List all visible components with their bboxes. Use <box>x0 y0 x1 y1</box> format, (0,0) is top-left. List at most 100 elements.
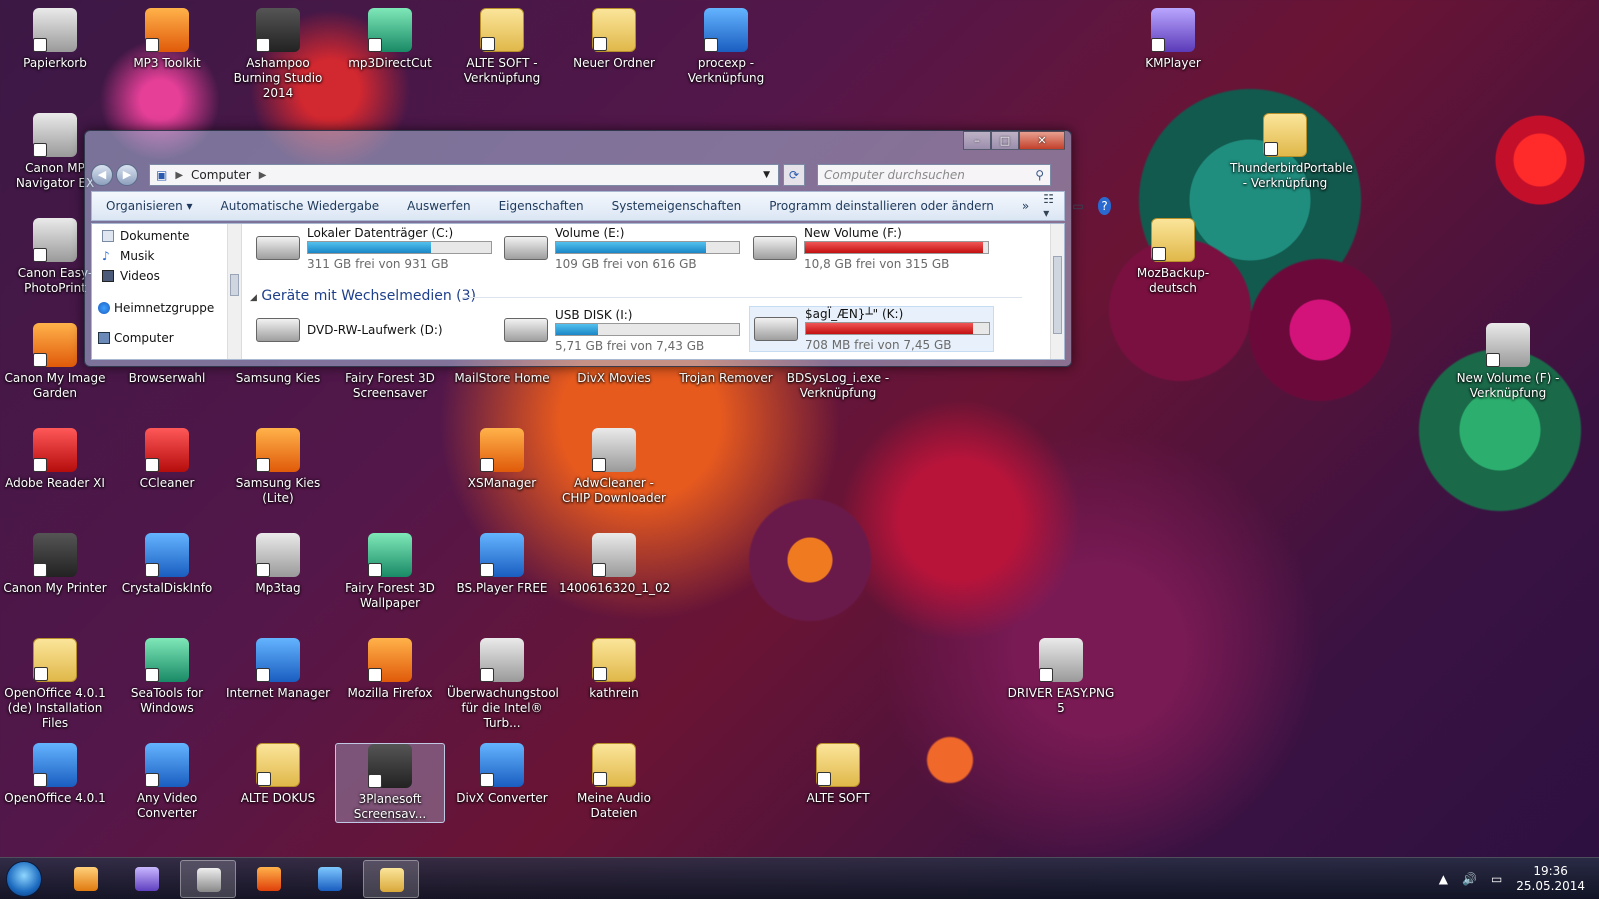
nav-item-videos[interactable]: Videos <box>92 266 241 286</box>
desktop-icon-mp3-toolkit[interactable]: MP3 Toolkit <box>112 8 222 71</box>
desktop-icon-fairy-forest-3d-wallpaper[interactable]: Fairy Forest 3D Wallpaper <box>335 533 445 611</box>
nav-item-homegroup[interactable]: Heimnetzgruppe <box>92 298 241 318</box>
drive-f[interactable]: New Volume (F:) 10,8 GB frei von 315 GB <box>749 226 994 272</box>
properties-button[interactable]: Eigenschaften <box>485 199 598 213</box>
desktop-icon-mozilla-firefox[interactable]: Mozilla Firefox <box>335 638 445 701</box>
desktop-icon-ashampoo-burning-studio-2014[interactable]: Ashampoo Burning Studio 2014 <box>223 8 333 101</box>
desktop-icon-label: BDSysLog_i.exe - Verknüpfung <box>786 371 890 400</box>
drive-c[interactable]: Lokaler Datenträger (C:) 311 GB frei von… <box>252 226 497 272</box>
desktop-icon-alte-soft[interactable]: ALTE SOFT <box>783 743 893 806</box>
nav-item-music[interactable]: ♪ Musik <box>92 246 241 266</box>
breadcrumb-computer[interactable]: Computer <box>191 168 251 182</box>
title-bar[interactable]: – □ ✕ <box>85 131 1071 159</box>
show-hidden-icons-icon[interactable]: ▲ <box>1439 872 1448 886</box>
desktop-icon-adwcleaner-chip-downloader[interactable]: AdwCleaner - CHIP Downloader <box>559 428 669 506</box>
desktop-icon-seatools-for-windows[interactable]: SeaTools for Windows <box>112 638 222 716</box>
desktop-icon-ccleaner[interactable]: CCleaner <box>112 428 222 491</box>
desktop-icon-berwachungstool-f-r-die-intel-turb[interactable]: Überwachungstool für die Intel® Turb... <box>447 638 559 731</box>
volume-icon[interactable]: 🔊 <box>1462 872 1477 886</box>
drive-d-dvd[interactable]: DVD-RW-Laufwerk (D:) <box>252 308 497 354</box>
desktop-icon-openoffice-4-0-1-de-installation-files[interactable]: OpenOffice 4.0.1 (de) Installation Files <box>0 638 110 731</box>
back-button[interactable]: ◀ <box>91 164 113 186</box>
desktop-icon-thunderbirdportable-verkn-pfung[interactable]: ThunderbirdPortable - Verknüpfung <box>1230 113 1353 191</box>
navigation-pane[interactable]: Dokumente ♪ Musik Videos Heimnetzgruppe … <box>92 224 242 359</box>
desktop-icon-alte-soft-verkn-pfung[interactable]: ALTE SOFT - Verknüpfung <box>447 8 557 86</box>
desktop-icon-label: MozBackup-deutsch <box>1136 266 1210 295</box>
address-bar[interactable]: ▣ ▶ Computer ▶ ▼ <box>149 164 779 186</box>
clock[interactable]: 19:36 25.05.2014 <box>1516 864 1585 894</box>
desktop-icon-kathrein[interactable]: kathrein <box>559 638 669 701</box>
desktop-icon-3planesoft-screensav[interactable]: 3Planesoft Screensav... <box>335 743 445 823</box>
preview-pane-icon[interactable]: ▭ <box>1073 199 1084 213</box>
removable-devices-header[interactable]: ◢ Geräte mit Wechselmedien (3) <box>250 288 1022 304</box>
help-icon[interactable]: ? <box>1097 197 1112 215</box>
desktop-icon-crystaldiskinfo[interactable]: CrystalDiskInfo <box>112 533 222 596</box>
usage-bar <box>805 322 990 335</box>
desktop-icon-any-video-converter[interactable]: Any Video Converter <box>112 743 222 821</box>
firefox-icon <box>257 867 281 891</box>
desktop-icon-label: 1400616320_1_02 <box>559 581 671 595</box>
desktop-icon-1400616320-1-02[interactable]: 1400616320_1_02 <box>559 533 671 596</box>
desktop-icon-alte-dokus[interactable]: ALTE DOKUS <box>223 743 333 806</box>
desktop-icon-kmplayer[interactable]: KMPlayer <box>1118 8 1228 71</box>
desktop-icon-label: Canon My Image Garden <box>4 371 106 400</box>
refresh-icon[interactable]: ⟳ <box>783 164 805 186</box>
system-properties-button[interactable]: Systemeigenschaften <box>598 199 756 213</box>
desktop-icon-label: Samsung Kies <box>235 371 321 385</box>
collapse-arrow-icon[interactable]: ◢ <box>250 293 257 303</box>
desktop-icon-papierkorb[interactable]: Papierkorb <box>0 8 110 71</box>
desktop-icon-adobe-reader-xi[interactable]: Adobe Reader XI <box>0 428 110 491</box>
autoplay-button[interactable]: Automatische Wiedergabe <box>207 199 394 213</box>
taskbar-app-explorer[interactable] <box>363 860 419 898</box>
desktop-icon-meine-audio-dateien[interactable]: Meine Audio Dateien <box>559 743 669 821</box>
desktop-icon-mp3tag[interactable]: Mp3tag <box>223 533 333 596</box>
eject-button[interactable]: Auswerfen <box>393 199 484 213</box>
minimize-button[interactable]: – <box>963 131 991 150</box>
desktop-icon-divx-converter[interactable]: DivX Converter <box>447 743 557 806</box>
search-input[interactable]: Computer durchsuchen ⚲ <box>817 164 1051 186</box>
nav-scrollbar[interactable] <box>227 224 241 359</box>
forward-button[interactable]: ▶ <box>116 164 138 186</box>
desktop-icon-new-volume-f-verkn-pfung[interactable]: New Volume (F) - Verknüpfung <box>1453 323 1563 401</box>
uninstall-program-button[interactable]: Programm deinstallieren oder ändern <box>755 199 1008 213</box>
desktop-icon-bs-player-free[interactable]: BS.Player FREE <box>447 533 557 596</box>
taskbar-app-media-player[interactable] <box>58 860 114 898</box>
desktop-icon-samsung-kies-lite[interactable]: Samsung Kies (Lite) <box>223 428 333 506</box>
desktop-icon-procexp-verkn-pfung[interactable]: procexp - Verknüpfung <box>671 8 781 86</box>
desktop-icon-label: kathrein <box>589 686 639 700</box>
taskbar-app-internet-explorer[interactable] <box>302 860 358 898</box>
drives-pane: Lokaler Datenträger (C:) 311 GB frei von… <box>242 224 1064 359</box>
nav-item-computer[interactable]: Computer <box>92 328 241 348</box>
desktop-icon-mp3directcut[interactable]: mp3DirectCut <box>335 8 445 71</box>
hard-drive-icon <box>753 236 797 260</box>
network-icon[interactable]: ▭ <box>1491 872 1502 886</box>
desktop-icon-canon-my-printer[interactable]: Canon My Printer <box>0 533 110 596</box>
view-options-icon[interactable]: ☷ ▾ <box>1043 192 1058 220</box>
main-scrollbar[interactable] <box>1050 224 1064 359</box>
usb-drive-icon <box>504 318 548 342</box>
explorer-window[interactable]: – □ ✕ ◀ ▶ ▣ ▶ Computer ▶ ▼ ⟳ Computer du… <box>84 130 1112 367</box>
document-icon <box>592 533 636 577</box>
desktop-icon-xsmanager[interactable]: XSManager <box>447 428 557 491</box>
taskbar-app-firefox[interactable] <box>241 860 297 898</box>
taskbar-app-kmplayer[interactable] <box>119 860 175 898</box>
drive-i-usb[interactable]: USB DISK (I:) 5,71 GB frei von 7,43 GB <box>500 308 745 354</box>
desktop-icon-openoffice-4-0-1[interactable]: OpenOffice 4.0.1 <box>0 743 110 806</box>
taskbar-app-screensaver[interactable] <box>180 860 236 898</box>
drive-e[interactable]: Volume (E:) 109 GB frei von 616 GB <box>500 226 745 272</box>
desktop-icon-internet-manager[interactable]: Internet Manager <box>223 638 333 701</box>
start-button[interactable] <box>6 861 42 897</box>
chevron-down-icon[interactable]: ▼ <box>763 170 770 180</box>
maximize-button[interactable]: □ <box>991 131 1019 150</box>
desktop-icon-label: CrystalDiskInfo <box>121 581 213 595</box>
search-icon[interactable]: ⚲ <box>1035 165 1044 185</box>
desktop-icon-neuer-ordner[interactable]: Neuer Ordner <box>559 8 669 71</box>
desktop-icon-driver-easy-png-5[interactable]: DRIVER EASY.PNG 5 <box>1006 638 1116 716</box>
organize-button[interactable]: Organisieren ▾ <box>92 199 207 213</box>
close-button[interactable]: ✕ <box>1019 131 1065 150</box>
nav-item-documents[interactable]: Dokumente <box>92 226 241 246</box>
drive-k[interactable]: $agΪ_ÆN}┴" (K:) 708 MB frei von 7,45 GB <box>749 306 994 352</box>
more-commands-button[interactable]: » <box>1008 199 1043 213</box>
desktop-icon-mozbackup-deutsch[interactable]: MozBackup-deutsch <box>1118 218 1228 296</box>
system-tray: ▲ 🔊 ▭ 19:36 25.05.2014 <box>1439 858 1585 899</box>
